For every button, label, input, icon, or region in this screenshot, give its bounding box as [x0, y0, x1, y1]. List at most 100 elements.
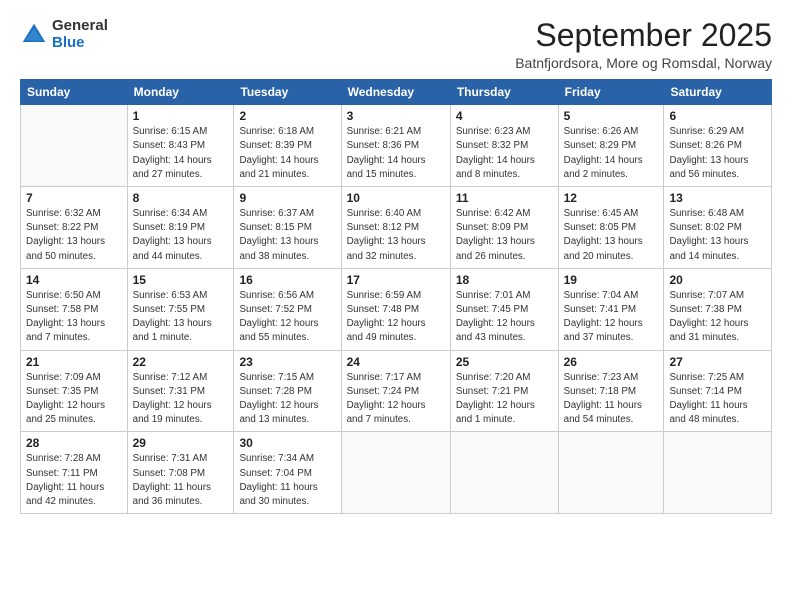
day-info: Sunrise: 7:09 AMSunset: 7:35 PMDaylight:… [26, 371, 122, 428]
day-number: 30 [239, 436, 335, 450]
day-info: Sunrise: 7:15 AMSunset: 7:28 PMDaylight:… [239, 371, 335, 428]
logo-text: General Blue [52, 18, 108, 51]
day-number: 22 [133, 355, 229, 369]
calendar-cell: 27 Sunrise: 7:25 AMSunset: 7:14 PMDayligh… [664, 350, 772, 432]
day-info: Sunrise: 6:15 AMSunset: 8:43 PMDaylight:… [133, 125, 229, 182]
calendar-header-row: SundayMondayTuesdayWednesdayThursdayFrid… [21, 80, 772, 105]
day-info: Sunrise: 7:07 AMSunset: 7:38 PMDaylight:… [669, 289, 766, 346]
page-container: General Blue September 2025 Batnfjordsor… [0, 0, 792, 524]
weekday-header: Friday [558, 80, 664, 105]
month-title: September 2025 [515, 18, 772, 53]
calendar-cell: 28 Sunrise: 7:28 AMSunset: 7:11 PMDayligh… [21, 432, 128, 514]
day-number: 21 [26, 355, 122, 369]
day-info: Sunrise: 7:28 AMSunset: 7:11 PMDaylight:… [26, 452, 122, 509]
calendar-cell: 17 Sunrise: 6:59 AMSunset: 7:48 PMDayligh… [341, 268, 450, 350]
calendar-cell: 2 Sunrise: 6:18 AMSunset: 8:39 PMDaylight… [234, 105, 341, 187]
calendar-cell: 5 Sunrise: 6:26 AMSunset: 8:29 PMDaylight… [558, 105, 664, 187]
day-number: 14 [26, 273, 122, 287]
logo-icon [20, 21, 48, 49]
calendar-cell: 19 Sunrise: 7:04 AMSunset: 7:41 PMDayligh… [558, 268, 664, 350]
calendar-cell [558, 432, 664, 514]
day-info: Sunrise: 6:48 AMSunset: 8:02 PMDaylight:… [669, 207, 766, 264]
calendar-cell [450, 432, 558, 514]
day-info: Sunrise: 7:25 AMSunset: 7:14 PMDaylight:… [669, 371, 766, 428]
day-number: 18 [456, 273, 553, 287]
calendar-cell: 13Sunrise: 6:48 AMSunset: 8:02 PMDayligh… [664, 187, 772, 269]
calendar-cell: 9Sunrise: 6:37 AMSunset: 8:15 PMDaylight… [234, 187, 341, 269]
day-info: Sunrise: 7:20 AMSunset: 7:21 PMDaylight:… [456, 371, 553, 428]
calendar-cell: 26Sunrise: 7:23 AMSunset: 7:18 PMDayligh… [558, 350, 664, 432]
day-info: Sunrise: 6:40 AMSunset: 8:12 PMDaylight:… [347, 207, 445, 264]
day-info: Sunrise: 7:31 AMSunset: 7:08 PMDaylight:… [133, 452, 229, 509]
day-info: Sunrise: 7:34 AMSunset: 7:04 PMDaylight:… [239, 452, 335, 509]
day-info: Sunrise: 6:50 AMSunset: 7:58 PMDaylight:… [26, 289, 122, 346]
day-info: Sunrise: 6:34 AMSunset: 8:19 PMDaylight:… [133, 207, 229, 264]
day-number: 29 [133, 436, 229, 450]
day-number: 23 [239, 355, 335, 369]
calendar-cell [21, 105, 128, 187]
location: Batnfjordsora, More og Romsdal, Norway [515, 55, 772, 71]
calendar-cell: 21 Sunrise: 7:09 AMSunset: 7:35 PMDayligh… [21, 350, 128, 432]
calendar-cell: 1 Sunrise: 6:15 AMSunset: 8:43 PMDaylight… [127, 105, 234, 187]
weekday-header: Tuesday [234, 80, 341, 105]
weekday-header: Sunday [21, 80, 128, 105]
logo: General Blue [20, 18, 108, 51]
day-info: Sunrise: 6:29 AMSunset: 8:26 PMDaylight:… [669, 125, 766, 182]
weekday-header: Thursday [450, 80, 558, 105]
calendar-cell: 30 Sunrise: 7:34 AMSunset: 7:04 PMDayligh… [234, 432, 341, 514]
day-info: Sunrise: 6:45 AMSunset: 8:05 PMDaylight:… [564, 207, 659, 264]
day-info: Sunrise: 6:42 AMSunset: 8:09 PMDaylight:… [456, 207, 553, 264]
logo-general: General [52, 18, 108, 35]
calendar-cell: 15 Sunrise: 6:53 AMSunset: 7:55 PMDayligh… [127, 268, 234, 350]
day-number: 2 [239, 109, 335, 123]
day-info: Sunrise: 7:01 AMSunset: 7:45 PMDaylight:… [456, 289, 553, 346]
day-number: 3 [347, 109, 445, 123]
day-info: Sunrise: 6:18 AMSunset: 8:39 PMDaylight:… [239, 125, 335, 182]
header: General Blue September 2025 Batnfjordsor… [20, 18, 772, 71]
day-info: Sunrise: 6:53 AMSunset: 7:55 PMDaylight:… [133, 289, 229, 346]
day-number: 16 [239, 273, 335, 287]
day-info: Sunrise: 7:17 AMSunset: 7:24 PMDaylight:… [347, 371, 445, 428]
day-number: 10 [347, 191, 445, 205]
day-info: Sunrise: 7:12 AMSunset: 7:31 PMDaylight:… [133, 371, 229, 428]
calendar-cell: 8 Sunrise: 6:34 AMSunset: 8:19 PMDaylight… [127, 187, 234, 269]
day-number: 4 [456, 109, 553, 123]
calendar-cell: 4Sunrise: 6:23 AMSunset: 8:32 PMDaylight… [450, 105, 558, 187]
calendar-cell: 3Sunrise: 6:21 AMSunset: 8:36 PMDaylight… [341, 105, 450, 187]
calendar-cell: 25 Sunrise: 7:20 AMSunset: 7:21 PMDayligh… [450, 350, 558, 432]
day-info: Sunrise: 6:26 AMSunset: 8:29 PMDaylight:… [564, 125, 659, 182]
day-number: 8 [133, 191, 229, 205]
calendar-cell: 24 Sunrise: 7:17 AMSunset: 7:24 PMDayligh… [341, 350, 450, 432]
weekday-header: Saturday [664, 80, 772, 105]
calendar-cell: 14 Sunrise: 6:50 AMSunset: 7:58 PMDayligh… [21, 268, 128, 350]
day-number: 17 [347, 273, 445, 287]
calendar-cell: 16Sunrise: 6:56 AMSunset: 7:52 PMDayligh… [234, 268, 341, 350]
calendar-cell: 12Sunrise: 6:45 AMSunset: 8:05 PMDayligh… [558, 187, 664, 269]
day-info: Sunrise: 7:23 AMSunset: 7:18 PMDaylight:… [564, 371, 659, 428]
logo-blue: Blue [52, 35, 108, 52]
day-number: 24 [347, 355, 445, 369]
calendar-cell: 11 Sunrise: 6:42 AMSunset: 8:09 PMDayligh… [450, 187, 558, 269]
day-number: 15 [133, 273, 229, 287]
day-number: 6 [669, 109, 766, 123]
day-number: 27 [669, 355, 766, 369]
calendar-cell [341, 432, 450, 514]
day-number: 9 [239, 191, 335, 205]
calendar-cell: 29 Sunrise: 7:31 AMSunset: 7:08 PMDayligh… [127, 432, 234, 514]
day-number: 11 [456, 191, 553, 205]
day-number: 5 [564, 109, 659, 123]
day-info: Sunrise: 6:32 AMSunset: 8:22 PMDaylight:… [26, 207, 122, 264]
day-info: Sunrise: 7:04 AMSunset: 7:41 PMDaylight:… [564, 289, 659, 346]
day-number: 1 [133, 109, 229, 123]
calendar-cell: 22 Sunrise: 7:12 AMSunset: 7:31 PMDayligh… [127, 350, 234, 432]
calendar-cell: 18 Sunrise: 7:01 AMSunset: 7:45 PMDayligh… [450, 268, 558, 350]
day-number: 28 [26, 436, 122, 450]
calendar-cell: 6 Sunrise: 6:29 AMSunset: 8:26 PMDaylight… [664, 105, 772, 187]
calendar-cell: 20Sunrise: 7:07 AMSunset: 7:38 PMDayligh… [664, 268, 772, 350]
day-number: 25 [456, 355, 553, 369]
day-info: Sunrise: 6:59 AMSunset: 7:48 PMDaylight:… [347, 289, 445, 346]
calendar-cell: 10 Sunrise: 6:40 AMSunset: 8:12 PMDayligh… [341, 187, 450, 269]
calendar-cell: 7Sunrise: 6:32 AMSunset: 8:22 PMDaylight… [21, 187, 128, 269]
calendar-cell: 23 Sunrise: 7:15 AMSunset: 7:28 PMDayligh… [234, 350, 341, 432]
day-number: 19 [564, 273, 659, 287]
